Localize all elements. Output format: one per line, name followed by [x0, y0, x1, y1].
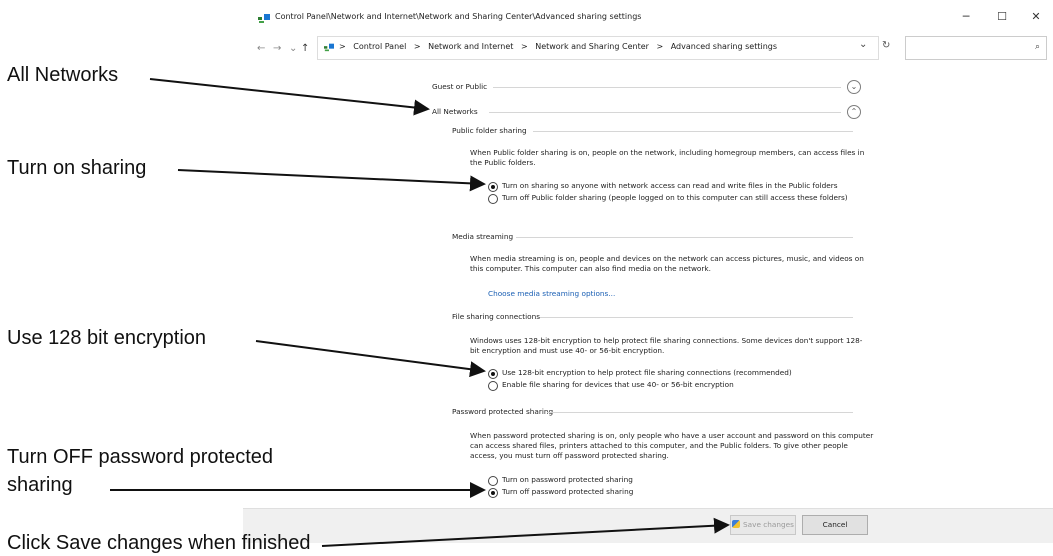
annotation-use-128: Use 128 bit encryption: [7, 327, 207, 349]
divider: [516, 237, 853, 238]
address-dropdown-icon[interactable]: ⌄: [859, 39, 867, 50]
annotation-turn-on-sharing: Turn on sharing: [7, 157, 147, 179]
shield-icon: [732, 520, 741, 528]
cancel-button[interactable]: Cancel: [802, 515, 868, 535]
radio-public-on[interactable]: Turn on sharing so anyone with network a…: [488, 181, 893, 192]
annotation-turn-off-password-1: Turn OFF password protected: [7, 446, 274, 468]
divider: [547, 412, 853, 413]
minimize-button[interactable]: ─: [951, 6, 981, 28]
close-button[interactable]: ✕: [1021, 6, 1051, 28]
radio-label: Use 128-bit encryption to help protect f…: [502, 368, 792, 377]
radio-128-bit[interactable]: Use 128-bit encryption to help protect f…: [488, 368, 893, 379]
radio-password-off[interactable]: Turn off password protected sharing: [488, 487, 893, 498]
breadcrumb-separator: >: [520, 42, 528, 51]
radio-40-56-bit[interactable]: Enable file sharing for devices that use…: [488, 380, 893, 391]
public-folder-header: Public folder sharing: [452, 126, 527, 135]
file-sharing-header: File sharing connections: [452, 312, 541, 321]
media-streaming-description: When media streaming is on, people and d…: [470, 254, 864, 273]
section-all-networks[interactable]: All Networks: [432, 107, 478, 116]
divider: [540, 317, 853, 318]
forward-button[interactable]: →: [273, 43, 281, 54]
breadcrumb-network-internet[interactable]: Network and Internet: [428, 42, 513, 51]
radio-selected-icon: [488, 182, 498, 192]
search-icon: ⌕: [1034, 42, 1040, 52]
chevron-down-icon[interactable]: ⌄: [847, 80, 861, 94]
radio-label: Turn on sharing so anyone with network a…: [502, 181, 838, 190]
breadcrumb-advanced-sharing[interactable]: Advanced sharing settings: [671, 42, 777, 51]
search-input[interactable]: ⌕: [905, 36, 1047, 60]
radio-unselected-icon: [488, 194, 498, 204]
breadcrumb-separator: >: [656, 42, 664, 51]
password-sharing-header: Password protected sharing: [452, 407, 554, 416]
public-folder-description: When Public folder sharing is on, people…: [470, 148, 865, 167]
refresh-icon[interactable]: ↻: [882, 40, 890, 51]
title-bar: Control Panel\Network and Internet\Netwo…: [243, 0, 1053, 34]
file-sharing-description: Windows uses 128-bit encryption to help …: [470, 336, 863, 355]
button-bar: Save changes Cancel: [243, 508, 1053, 543]
network-sharing-icon: [258, 14, 270, 23]
back-button[interactable]: ←: [257, 43, 265, 54]
radio-selected-icon: [488, 488, 498, 498]
breadcrumb-control-panel[interactable]: Control Panel: [353, 42, 406, 51]
network-sharing-icon: [324, 43, 334, 52]
breadcrumb: > Control Panel > Network and Internet >…: [339, 42, 782, 51]
radio-selected-icon: [488, 369, 498, 379]
divider: [493, 87, 841, 88]
breadcrumb-separator: >: [339, 42, 346, 51]
password-sharing-description: When password protected sharing is on, o…: [470, 431, 874, 460]
radio-label: Enable file sharing for devices that use…: [502, 380, 734, 389]
window-title: Control Panel\Network and Internet\Netwo…: [275, 12, 642, 21]
chevron-up-icon[interactable]: ⌃: [847, 105, 861, 119]
divider: [489, 112, 841, 113]
annotation-turn-off-password-2: sharing: [7, 474, 73, 496]
recent-locations-button[interactable]: ⌄: [289, 43, 297, 54]
radio-label: Turn off Public folder sharing (people l…: [502, 193, 848, 202]
divider: [533, 131, 853, 132]
breadcrumb-separator: >: [413, 42, 421, 51]
breadcrumb-network-sharing-center[interactable]: Network and Sharing Center: [535, 42, 649, 51]
annotation-save: Click Save changes when finished: [7, 532, 311, 554]
radio-unselected-icon: [488, 381, 498, 391]
save-changes-label: Save changes: [743, 520, 794, 529]
media-streaming-options-link[interactable]: Choose media streaming options...: [488, 289, 615, 298]
save-changes-button[interactable]: Save changes: [730, 515, 796, 535]
radio-password-on[interactable]: Turn on password protected sharing: [488, 475, 893, 486]
radio-unselected-icon: [488, 476, 498, 486]
maximize-button[interactable]: ☐: [987, 6, 1017, 28]
radio-label: Turn off password protected sharing: [502, 487, 634, 496]
advanced-sharing-content: Guest or Public ⌄ All Networks ⌃ Public …: [243, 66, 1053, 506]
up-button[interactable]: ↑: [301, 43, 309, 54]
media-streaming-header: Media streaming: [452, 232, 514, 241]
radio-label: Turn on password protected sharing: [502, 475, 633, 484]
radio-public-off[interactable]: Turn off Public folder sharing (people l…: [488, 193, 858, 204]
section-guest-public[interactable]: Guest or Public: [432, 82, 487, 91]
annotation-all-networks: All Networks: [7, 64, 119, 86]
